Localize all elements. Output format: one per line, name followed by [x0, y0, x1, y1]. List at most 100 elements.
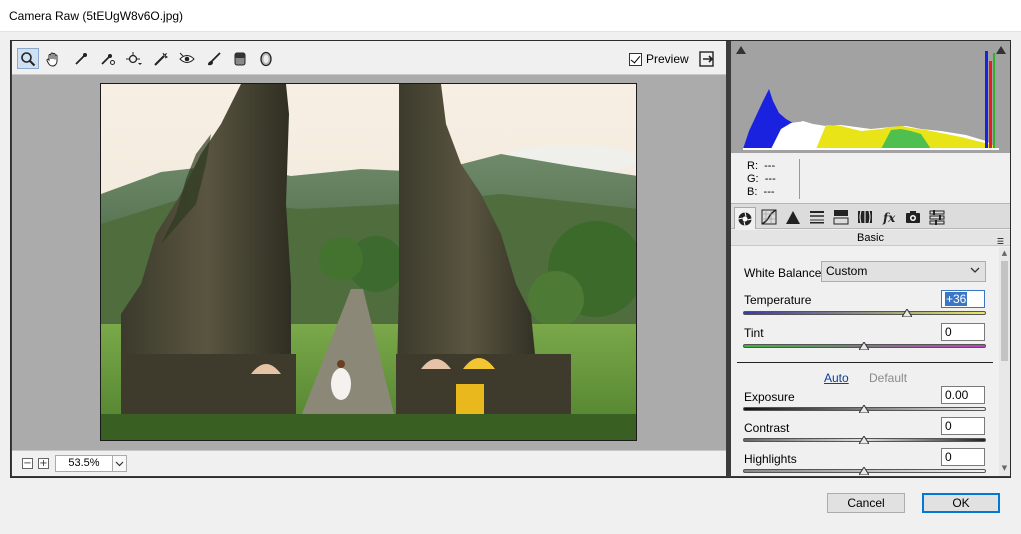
preview-checkbox[interactable]: [629, 52, 642, 66]
tint-field[interactable]: 0: [941, 323, 985, 341]
white-balance-label: White Balance:: [744, 266, 825, 280]
red-eye-tool-button[interactable]: [176, 48, 198, 69]
window-title: Camera Raw (5tEUgW8v6O.jpg): [9, 9, 184, 23]
tab-effects[interactable]: fx: [878, 207, 900, 227]
zoom-in-button[interactable]: +: [38, 458, 49, 469]
b-value: ---: [763, 186, 775, 198]
preview-panel: Preview − + 53.5%: [12, 41, 726, 476]
aperture-icon: [738, 211, 752, 226]
section-divider: [737, 362, 993, 363]
targeted-adjustment-tool-button[interactable]: [123, 48, 145, 69]
chevron-down-icon: [115, 461, 124, 466]
spot-removal-tool-button[interactable]: [150, 48, 172, 69]
g-label: G:: [747, 173, 759, 185]
b-label: B:: [747, 186, 758, 198]
highlights-field[interactable]: 0: [941, 448, 985, 466]
panel-title: Basic: [857, 232, 884, 244]
contrast-field[interactable]: 0: [941, 417, 985, 435]
adjustment-brush-tool-button[interactable]: [203, 48, 225, 69]
panel-header: Basic ☰: [731, 230, 1010, 246]
fx-icon: fx: [882, 211, 896, 225]
rgb-readout: R: --- G: --- B: ---: [731, 153, 1010, 203]
preview-toggle[interactable]: Preview: [629, 52, 689, 66]
hsl-icon: [810, 211, 824, 224]
detail-icon: [786, 211, 800, 224]
color-sampler-icon: [101, 53, 115, 65]
zoom-out-button[interactable]: −: [22, 458, 33, 469]
zoom-level-field[interactable]: 53.5%: [55, 455, 113, 472]
eyedropper-icon: [75, 52, 87, 65]
toolbar: Preview: [12, 41, 726, 75]
color-sampler-tool-button[interactable]: [96, 48, 118, 69]
histogram-graph: [743, 51, 999, 150]
scroll-down-arrow[interactable]: ▼: [1000, 464, 1009, 474]
tone-curve-icon: [761, 209, 777, 225]
highlights-slider-thumb[interactable]: [859, 467, 869, 475]
graduated-filter-icon: [234, 52, 246, 65]
contrast-slider-thumb[interactable]: [859, 436, 869, 444]
r-label: R:: [747, 160, 758, 172]
panel-scrollbar[interactable]: ▲ ▼: [999, 247, 1010, 476]
target-adjust-icon: [126, 51, 142, 65]
scroll-up-arrow[interactable]: ▲: [1000, 249, 1009, 259]
temperature-label: Temperature: [744, 293, 812, 307]
tint-label: Tint: [744, 326, 764, 340]
magnifier-icon: [21, 51, 36, 66]
tab-lens-corrections[interactable]: [854, 207, 876, 227]
histogram: [731, 41, 1010, 153]
white-balance-value: Custom: [826, 264, 868, 278]
cancel-button[interactable]: Cancel: [827, 493, 905, 513]
adjustments-panel: R: --- G: --- B: --- fx Basic ☰ White Ba…: [731, 41, 1010, 476]
graduated-filter-tool-button[interactable]: [229, 48, 251, 69]
spot-removal-icon: [154, 52, 169, 66]
title-bar: Camera Raw (5tEUgW8v6O.jpg): [0, 0, 1021, 32]
highlights-label: Highlights: [744, 452, 797, 466]
exposure-field[interactable]: 0.00: [941, 386, 985, 404]
tab-hsl[interactable]: [806, 207, 828, 227]
temperature-value: +36: [945, 292, 968, 306]
radial-filter-icon: [260, 51, 272, 66]
preview-image[interactable]: [100, 83, 637, 441]
ok-button[interactable]: OK: [922, 493, 1000, 513]
radial-filter-tool-button[interactable]: [255, 48, 277, 69]
temperature-slider[interactable]: [743, 311, 986, 315]
r-value: ---: [764, 160, 776, 172]
exposure-slider-thumb[interactable]: [859, 405, 869, 413]
temperature-slider-thumb[interactable]: [902, 309, 912, 317]
image-canvas[interactable]: [12, 76, 726, 449]
panel-tabs: fx: [731, 203, 1010, 229]
photo-illustration: [101, 84, 636, 440]
tab-tone-curve[interactable]: [758, 207, 780, 227]
readout-divider: [799, 159, 800, 199]
tab-camera-calibration[interactable]: [902, 207, 924, 227]
split-toning-icon: [833, 210, 849, 225]
temperature-field[interactable]: +36: [941, 290, 985, 308]
tint-slider-thumb[interactable]: [859, 342, 869, 350]
tab-split-toning[interactable]: [830, 207, 852, 227]
exposure-label: Exposure: [744, 390, 795, 404]
status-bar: − + 53.5%: [12, 450, 726, 476]
chevron-down-icon: [970, 267, 980, 273]
zoom-tool-button[interactable]: [17, 48, 39, 69]
preview-label: Preview: [646, 52, 689, 66]
red-eye-icon: [179, 52, 195, 63]
scroll-thumb[interactable]: [1001, 261, 1008, 361]
white-balance-select[interactable]: Custom: [821, 261, 986, 282]
g-value: ---: [764, 173, 776, 185]
auto-link[interactable]: Auto: [824, 371, 849, 385]
toggle-fullscreen-button[interactable]: [698, 50, 716, 68]
tab-basic[interactable]: [734, 207, 756, 229]
tab-detail[interactable]: [782, 207, 804, 227]
zoom-dropdown-button[interactable]: [112, 455, 127, 472]
presets-icon: [929, 210, 945, 225]
brush-icon: [208, 51, 221, 65]
white-balance-tool-button[interactable]: [70, 48, 92, 69]
hand-tool-button[interactable]: [42, 48, 64, 69]
contrast-label: Contrast: [744, 421, 790, 435]
svg-text:fx: fx: [882, 211, 896, 225]
camera-icon: [906, 211, 920, 223]
tab-presets[interactable]: [926, 207, 948, 227]
default-link[interactable]: Default: [869, 371, 907, 385]
basic-controls: White Balance: Custom Temperature +36 Ti…: [731, 247, 999, 476]
hand-icon: [46, 52, 58, 67]
